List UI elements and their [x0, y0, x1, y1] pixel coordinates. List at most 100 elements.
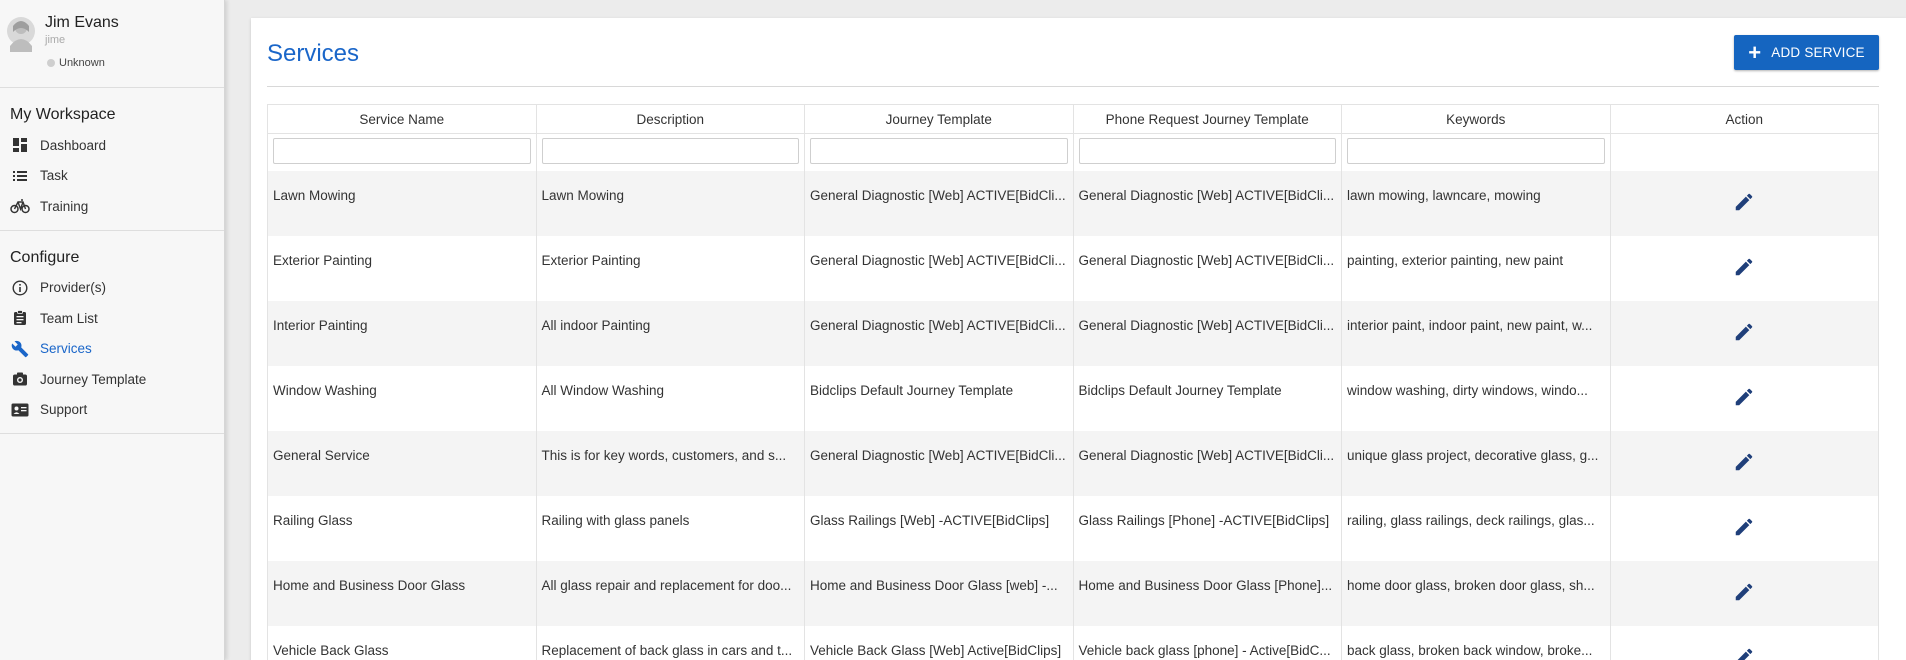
services-panel: Services + ADD SERVICE Service Name Desc… — [251, 18, 1906, 660]
add-service-label: ADD SERVICE — [1771, 45, 1865, 60]
cell-action — [1611, 561, 1879, 626]
edit-icon[interactable] — [1733, 581, 1755, 603]
sidebar-item-journey-template[interactable]: Journey Template — [0, 364, 224, 395]
edit-icon[interactable] — [1733, 646, 1755, 660]
info-icon — [10, 278, 30, 298]
edit-icon[interactable] — [1733, 191, 1755, 213]
status-dot-icon — [47, 59, 55, 67]
cell-journey-template: General Diagnostic [Web] ACTIVE[BidCli..… — [805, 301, 1074, 366]
cell-keywords: railing, glass railings, deck railings, … — [1342, 496, 1611, 561]
column-header-description[interactable]: Description — [536, 105, 805, 134]
table-row[interactable]: Window Washing All Window Washing Bidclips… — [268, 366, 1879, 431]
cell-description: Lawn Mowing — [537, 171, 805, 236]
cell-journey-template: General Diagnostic [Web] ACTIVE[BidCli..… — [805, 236, 1074, 301]
cell-phone-journey-template: General Diagnostic [Web] ACTIVE[BidCli..… — [1074, 301, 1342, 366]
cell-keywords: lawn mowing, lawncare, mowing — [1342, 171, 1611, 236]
cell-phone-journey-template: Home and Business Door Glass [Phone]... — [1074, 561, 1342, 626]
sidebar-item-label: Support — [40, 402, 88, 418]
dashboard-icon — [10, 135, 30, 155]
cell-phone-journey-template: General Diagnostic [Web] ACTIVE[BidCli..… — [1074, 171, 1342, 236]
sidebar-item-team-list[interactable]: Team List — [0, 303, 224, 334]
cell-service-name: Interior Painting — [268, 301, 537, 366]
title-divider — [267, 86, 1879, 87]
configure-title: Configure — [10, 248, 80, 266]
filter-service-name-input[interactable] — [273, 138, 531, 164]
cell-description: Replacement of back glass in cars and t.… — [537, 626, 805, 660]
cell-keywords: interior paint, indoor paint, new paint,… — [1342, 301, 1611, 366]
column-header-phone-journey-template[interactable]: Phone Request Journey Template — [1073, 105, 1342, 134]
column-header-action: Action — [1610, 105, 1879, 134]
cell-service-name: Home and Business Door Glass — [268, 561, 537, 626]
table-row[interactable]: Lawn Mowing Lawn Mowing General Diagnostic… — [268, 171, 1879, 236]
cell-action — [1611, 236, 1879, 301]
cell-journey-template: General Diagnostic [Web] ACTIVE[BidCli..… — [805, 431, 1074, 496]
table-row[interactable]: Railing Glass Railing with glass panels Gl… — [268, 496, 1879, 561]
table-body: Lawn Mowing Lawn Mowing General Diagnostic… — [268, 171, 1879, 660]
user-profile: Jim Evans jime Unknown — [0, 0, 224, 88]
cell-keywords: painting, exterior painting, new paint — [1342, 236, 1611, 301]
cell-service-name: Window Washing — [268, 366, 537, 431]
sidebar-item-services[interactable]: Services — [0, 334, 224, 365]
filter-phone-journey-template-input[interactable] — [1078, 138, 1336, 164]
edit-icon[interactable] — [1733, 256, 1755, 278]
cell-description: All glass repair and replacement for doo… — [537, 561, 805, 626]
cell-service-name: Vehicle Back Glass — [268, 626, 537, 660]
filter-row — [268, 134, 1879, 171]
cell-keywords: back glass, broken back window, broke... — [1342, 626, 1611, 660]
edit-icon[interactable] — [1733, 386, 1755, 408]
table-row[interactable]: Exterior Painting Exterior Painting Genera… — [268, 236, 1879, 301]
table-row[interactable]: Home and Business Door Glass All glass re… — [268, 561, 1879, 626]
table-row[interactable]: Vehicle Back Glass Replacement of back gl… — [268, 626, 1879, 660]
avatar-icon — [7, 17, 35, 52]
list-icon — [10, 166, 30, 186]
contact-card-icon — [10, 400, 30, 420]
cell-phone-journey-template: General Diagnostic [Web] ACTIVE[BidCli..… — [1074, 236, 1342, 301]
filter-journey-template-input[interactable] — [810, 138, 1068, 164]
column-header-service-name[interactable]: Service Name — [268, 105, 537, 134]
wrench-icon — [10, 339, 30, 359]
user-username: jime — [45, 34, 66, 46]
plus-icon: + — [1748, 39, 1762, 65]
cell-journey-template: Vehicle Back Glass [Web] Active[BidClips… — [805, 626, 1074, 660]
cell-action — [1611, 171, 1879, 236]
page-title: Services — [267, 40, 360, 67]
cell-phone-journey-template: General Diagnostic [Web] ACTIVE[BidCli..… — [1074, 431, 1342, 496]
sidebar-item-label: Dashboard — [40, 137, 107, 153]
sidebar-item-label: Journey Template — [40, 371, 147, 387]
sidebar-item-dashboard[interactable]: Dashboard — [0, 130, 224, 161]
sidebar-item-training[interactable]: Training — [0, 191, 224, 222]
sidebar-item-label: Services — [40, 341, 92, 357]
cell-description: All indoor Painting — [537, 301, 805, 366]
table-row[interactable]: General Service This is for key words, cu… — [268, 431, 1879, 496]
table-row[interactable]: Interior Painting All indoor Painting Gene… — [268, 301, 1879, 366]
sidebar: Jim Evans jime Unknown My Workspace Dash… — [0, 0, 225, 660]
cell-phone-journey-template: Bidclips Default Journey Template — [1074, 366, 1342, 431]
cell-description: All Window Washing — [537, 366, 805, 431]
sidebar-item-label: Training — [40, 198, 89, 214]
services-table: Service Name Description Journey Templat… — [267, 104, 1879, 660]
edit-icon[interactable] — [1733, 321, 1755, 343]
cell-phone-journey-template: Vehicle back glass [phone] - Active[BidC… — [1074, 626, 1342, 660]
sidebar-item-providers[interactable]: Provider(s) — [0, 273, 224, 304]
column-header-journey-template[interactable]: Journey Template — [805, 105, 1074, 134]
cell-action — [1611, 366, 1879, 431]
sidebar-item-support[interactable]: Support — [0, 395, 224, 426]
cell-journey-template: General Diagnostic [Web] ACTIVE[BidCli..… — [805, 171, 1074, 236]
edit-icon[interactable] — [1733, 451, 1755, 473]
filter-keywords-input[interactable] — [1347, 138, 1605, 164]
cell-journey-template: Home and Business Door Glass [web] -... — [805, 561, 1074, 626]
sidebar-item-task[interactable]: Task — [0, 161, 224, 192]
bicycle-icon — [10, 196, 30, 216]
add-service-button[interactable]: + ADD SERVICE — [1734, 35, 1879, 70]
cell-service-name: Exterior Painting — [268, 236, 537, 301]
cell-action — [1611, 496, 1879, 561]
cell-keywords: window washing, dirty windows, windo... — [1342, 366, 1611, 431]
cell-service-name: Lawn Mowing — [268, 171, 537, 236]
configure-section: Configure Provider(s) Team List Services… — [0, 231, 224, 434]
cell-action — [1611, 431, 1879, 496]
table-header: Service Name Description Journey Templat… — [268, 105, 1879, 134]
filter-description-input[interactable] — [541, 138, 799, 164]
edit-icon[interactable] — [1733, 516, 1755, 538]
cell-description: Railing with glass panels — [537, 496, 805, 561]
column-header-keywords[interactable]: Keywords — [1342, 105, 1611, 134]
